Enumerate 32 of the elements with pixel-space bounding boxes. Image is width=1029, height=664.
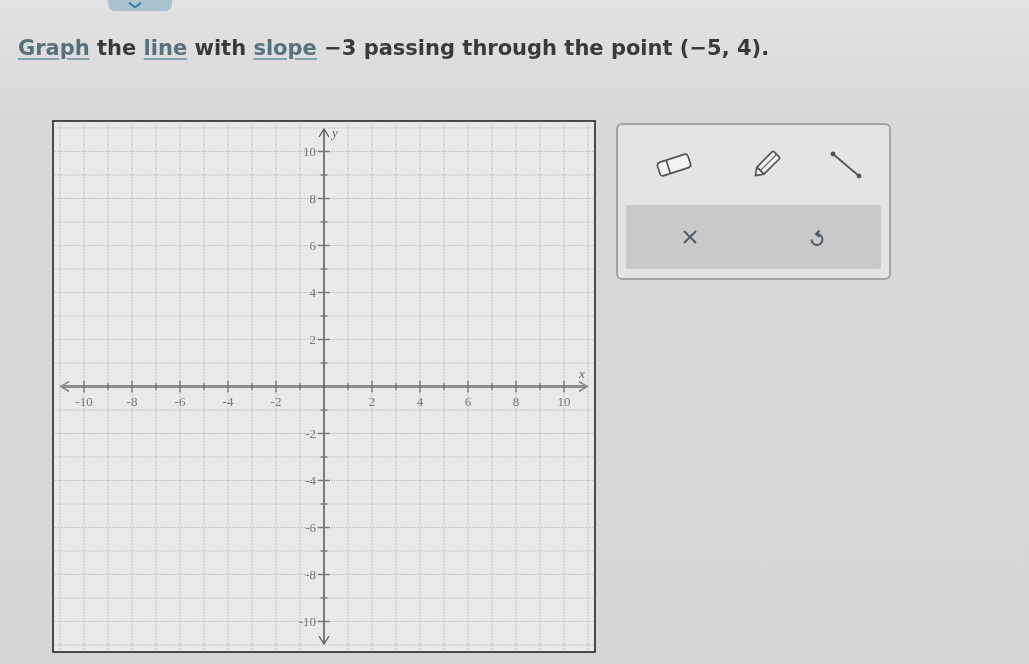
tick-label: -2	[270, 393, 282, 409]
glossary-link[interactable]: Graph	[18, 36, 90, 60]
question-text: Graph the line with slope −3 passing through the point (−5, 4).	[18, 36, 770, 60]
tick-label: 4	[309, 285, 316, 300]
tick-label: -8	[126, 393, 138, 409]
glossary-link[interactable]: slope	[253, 36, 317, 60]
tick-label: -6	[305, 520, 316, 535]
tick-label: -10	[75, 393, 93, 409]
axis-label: y	[332, 125, 338, 140]
line-segment-icon	[829, 150, 863, 180]
tick-label: 4	[416, 393, 424, 409]
tick-label: -2	[305, 426, 316, 441]
tick-label: 6	[309, 238, 316, 253]
tick-label: 10	[303, 144, 316, 159]
axis-label: x	[579, 365, 585, 381]
tick-label: 8	[309, 191, 316, 206]
tick-label: 8	[512, 393, 520, 409]
tick-label: 2	[368, 393, 376, 409]
tick-label: 2	[309, 332, 316, 347]
glossary-link[interactable]: line	[143, 36, 188, 60]
tick-label: -4	[222, 393, 234, 409]
coordinate-plane[interactable]: -10 -8 -6 -4 -2 2 4 6 8 10 -10 -8 -6 -4 -2 2 4 6 8 10 x y	[52, 120, 596, 653]
undo-icon	[809, 228, 826, 246]
tick-label: -6	[174, 393, 186, 409]
close-icon	[681, 229, 698, 245]
tick-label: -8	[305, 567, 316, 582]
tick-label: -10	[298, 614, 316, 629]
toggle-button[interactable]	[108, 0, 172, 11]
tick-label: -4	[305, 473, 316, 488]
tick-label: 6	[464, 393, 472, 409]
tick-label: 10	[557, 393, 571, 409]
chevron-down-icon	[128, 2, 142, 8]
